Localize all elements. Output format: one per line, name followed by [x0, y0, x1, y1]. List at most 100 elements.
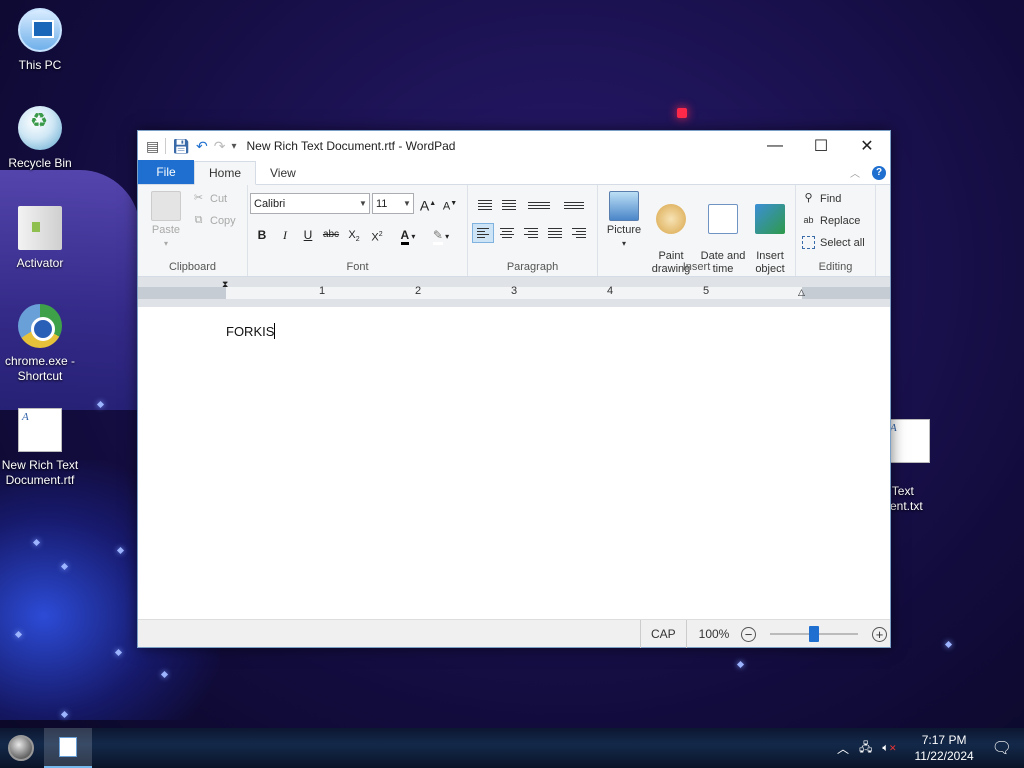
shrink-font-button[interactable]: A▼ [440, 194, 460, 214]
subscript-button[interactable]: X2 [344, 225, 364, 245]
desktop-icon-rtf-document[interactable]: New Rich Text Document.rtf [0, 408, 80, 488]
indent-marker-icon[interactable]: ⧗ [222, 279, 228, 290]
start-orb-icon [8, 735, 34, 761]
superscript-button[interactable]: X2 [367, 225, 387, 245]
save-icon[interactable]: 💾︎ [172, 138, 190, 155]
status-bar: CAP 100% − + [138, 619, 890, 648]
cut-button[interactable]: ✂ Cut [192, 192, 227, 205]
desktop-icon-chrome-shortcut[interactable]: chrome.exe - Shortcut [0, 304, 80, 384]
desktop-icon-recycle-bin[interactable]: Recycle Bin [0, 106, 80, 171]
desktop-icon-activator[interactable]: Activator [0, 206, 80, 271]
title-bar: ▤ 💾︎ ↶ ↷ ▾ New Rich Text Document.rtf - … [138, 131, 890, 161]
find-button[interactable]: ⚲ Find [802, 192, 841, 205]
start-button[interactable] [0, 728, 42, 768]
font-family-select[interactable]: Calibri ▼ [250, 193, 370, 214]
quick-access-toolbar: ▤ 💾︎ ↶ ↷ ▾ [138, 138, 237, 155]
zoom-slider-thumb[interactable] [809, 626, 819, 642]
bullets-button[interactable] [524, 195, 554, 215]
strikethrough-button[interactable]: abc [321, 225, 341, 245]
desktop-icon-this-pc[interactable]: This PC [0, 8, 80, 73]
clock-date: 11/22/2024 [914, 749, 974, 763]
desktop-icon-label: This PC [18, 58, 62, 72]
help-icon[interactable]: ? [872, 165, 886, 180]
zoom-slider[interactable] [770, 626, 858, 642]
select-all-button[interactable]: Select all [802, 236, 865, 249]
font-family-value: Calibri [254, 197, 286, 210]
volume-muted-icon[interactable]: 🔈︎✕ [882, 742, 896, 755]
replace-icon: ab [803, 215, 814, 225]
text-color-button[interactable]: A ▾ [393, 225, 423, 245]
replace-button[interactable]: ab Replace [802, 214, 860, 227]
line-spacing-button[interactable] [560, 195, 588, 215]
clock[interactable]: 7:17 PM 11/22/2024 [907, 732, 982, 764]
align-center-button[interactable] [496, 223, 518, 243]
decrease-indent-button[interactable] [474, 195, 496, 215]
copy-button[interactable]: ⧉ Copy [192, 214, 236, 227]
maximize-button[interactable]: ☐ [798, 131, 844, 161]
ruler-number: 3 [511, 285, 518, 297]
zoom-in-button[interactable]: + [872, 626, 887, 642]
chevron-up-icon[interactable]: ︿ [837, 740, 849, 757]
font-size-value: 11 [376, 197, 388, 210]
date-time-button[interactable]: Date and time [698, 191, 748, 289]
document-text[interactable]: FORKIS [226, 323, 276, 339]
align-left-button[interactable] [472, 223, 494, 243]
zoom-out-button[interactable]: − [741, 626, 756, 642]
tab-view[interactable]: View [256, 162, 310, 184]
underline-button[interactable]: U [298, 225, 318, 245]
group-label: Paragraph [506, 261, 559, 273]
zoom-level: 100% [698, 627, 730, 641]
picture-button[interactable]: Picture ▾ [604, 191, 644, 250]
document-area[interactable]: FORKIS [138, 307, 890, 621]
computer-icon [18, 8, 62, 52]
group-label: Editing [818, 261, 853, 273]
taskbar-wordpad[interactable] [44, 728, 92, 768]
toolbar-separator [165, 138, 167, 154]
ribbon-tabs: File Home View ︿ ? [138, 160, 890, 185]
binoculars-icon: ⚲ [804, 192, 813, 204]
tab-file[interactable]: File [138, 160, 194, 184]
increase-indent-button[interactable] [498, 195, 520, 215]
minimize-button[interactable]: — [752, 131, 798, 161]
wallpaper-star [736, 660, 745, 669]
wallpaper-star [944, 640, 953, 649]
find-label: Find [820, 192, 842, 205]
italic-button[interactable]: I [275, 225, 295, 245]
bold-button[interactable]: B [252, 225, 272, 245]
highlight-color-button[interactable]: ✎ ▾ [426, 225, 456, 245]
collapse-ribbon-icon[interactable]: ︿ [850, 165, 860, 180]
justify-button[interactable] [544, 223, 566, 243]
ruler-left-margin [138, 287, 226, 299]
align-right-button[interactable] [520, 223, 542, 243]
ruler-number: 2 [415, 285, 422, 297]
network-icon[interactable]: 🖧︎ [859, 738, 872, 759]
notification-icon[interactable]: 🗨︎ [992, 738, 1012, 758]
paragraph-settings-button[interactable] [568, 223, 590, 243]
paragraph-group: Paragraph [468, 185, 598, 276]
paste-button[interactable]: Paste ▾ [146, 191, 186, 250]
tab-home[interactable]: Home [194, 161, 257, 185]
desktop-icon-label: New Rich Text Document.rtf [1, 458, 79, 487]
customize-toolbar-icon[interactable]: ▾ [231, 141, 236, 152]
document-content: FORKIS [226, 324, 275, 339]
ruler-number: 4 [607, 285, 614, 297]
right-indent-marker-icon[interactable]: △ [798, 287, 805, 298]
insert-group: Picture ▾ Paint drawing Date and time In… [598, 185, 796, 276]
wordpad-icon [59, 737, 77, 757]
group-label: Insert [682, 261, 711, 273]
window-title: New Rich Text Document.rtf - WordPad [246, 139, 456, 153]
undo-icon[interactable]: ↶ [196, 138, 208, 155]
redo-icon[interactable]: ↷ [214, 138, 226, 155]
text-caret [274, 323, 276, 339]
chevron-down-icon: ▼ [359, 199, 367, 208]
grow-font-button[interactable]: A▲ [418, 194, 438, 214]
insert-object-button[interactable]: Insert object [750, 191, 790, 289]
close-button[interactable]: ✕ [844, 131, 890, 161]
font-size-select[interactable]: 11 ▼ [372, 193, 414, 214]
recycle-bin-icon [18, 106, 62, 150]
paint-drawing-button[interactable]: Paint drawing [648, 191, 694, 289]
paint-palette-icon [656, 204, 686, 234]
system-tray: ︿ 🖧︎ 🔈︎✕ 7:17 PM 11/22/2024 🗨︎ [837, 732, 1024, 764]
folder-app-icon [18, 206, 62, 250]
wordpad-app-icon[interactable]: ▤ [146, 138, 159, 155]
